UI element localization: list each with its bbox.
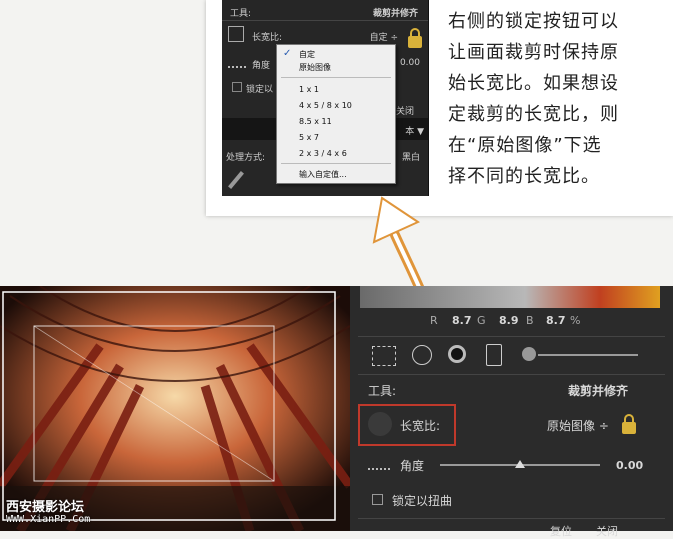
- dropdown-option[interactable]: 5 x 7: [299, 133, 319, 142]
- red-eye-icon[interactable]: [448, 345, 466, 363]
- readout-r-value: 8.7: [452, 314, 472, 327]
- dropdown-option[interactable]: 输入自定值...: [299, 169, 347, 180]
- angle-slider-thumb[interactable]: [515, 460, 525, 468]
- readout-g-label: G: [477, 314, 486, 327]
- readout-g-value: 8.9: [499, 314, 519, 327]
- lock-warp-checkbox[interactable]: [372, 494, 383, 505]
- graduated-filter-icon[interactable]: [486, 344, 502, 366]
- aspect-label: 长宽比:: [400, 419, 441, 433]
- tool-name: 裁剪并修齐: [568, 384, 629, 398]
- tool-name: 裁剪并修齐: [372, 9, 418, 19]
- callout-line: 始长宽比。如果想设: [448, 73, 619, 94]
- callout-line: 择不同的长宽比。: [448, 166, 600, 187]
- readout-b-value: 8.7: [546, 314, 566, 327]
- divider: [222, 20, 428, 21]
- tool-label: 工具:: [368, 384, 397, 398]
- readout-percent: %: [570, 314, 581, 327]
- bw-label[interactable]: 黑白: [402, 150, 420, 163]
- aspect-label: 长宽比:: [252, 33, 283, 43]
- reset-button[interactable]: 复位: [550, 523, 572, 539]
- dropdown-option[interactable]: 原始图像: [299, 62, 331, 73]
- lock-warp-label: 锁定以扭曲: [392, 494, 453, 508]
- cathedral-photo: [0, 286, 350, 531]
- aspect-value[interactable]: 自定 ÷: [370, 30, 398, 43]
- aspect-value[interactable]: 原始图像 ÷: [547, 417, 609, 434]
- readout-b-label: B: [526, 314, 534, 327]
- photo-image: [0, 286, 350, 531]
- angle-label: 角度: [400, 459, 425, 473]
- lock-checkbox[interactable]: [232, 82, 242, 92]
- ben-label[interactable]: 本 ▼: [405, 124, 424, 137]
- readout-r-label: R: [430, 314, 438, 327]
- crop-panel: R 8.7 G 8.9 B 8.7 % 工具: 裁剪并修齐 长宽比: 原始图像 …: [350, 286, 673, 538]
- check-icon: ✓: [283, 48, 292, 59]
- menu-separator: [281, 77, 391, 78]
- histogram: [360, 286, 660, 308]
- brush-slider-track[interactable]: [538, 354, 638, 356]
- crop-tool-icon[interactable]: [372, 346, 396, 366]
- dropdown-option[interactable]: 8.5 x 11: [299, 117, 332, 126]
- divider: [358, 518, 665, 519]
- adjustment-brush-icon[interactable]: [522, 347, 536, 361]
- callout-line: 让画面裁剪时保持原: [448, 42, 619, 63]
- callout-line: 在“原始图像”下选: [448, 135, 602, 156]
- callout-text: 右侧的锁定按钮可以 让画面裁剪时保持原 始长宽比。如果想设 定裁剪的长宽比，则 …: [448, 6, 658, 192]
- dropdown-option[interactable]: 自定: [299, 49, 315, 60]
- callout-line: 右侧的锁定按钮可以: [448, 11, 619, 32]
- divider: [358, 336, 665, 337]
- straighten-icon[interactable]: [368, 458, 390, 470]
- close-button[interactable]: 关闭: [596, 523, 618, 539]
- divider: [358, 374, 665, 375]
- callout-line: 定裁剪的长宽比，则: [448, 104, 619, 125]
- aspect-lock-icon[interactable]: [622, 414, 636, 434]
- angle-icon: [228, 58, 246, 68]
- angle-value: 0.00: [616, 459, 644, 472]
- dropdown-option[interactable]: 1 x 1: [299, 85, 319, 94]
- aspect-dropdown-menu[interactable]: ✓ 自定 原始图像 1 x 1 4 x 5 / 8 x 10 8.5 x 11 …: [276, 44, 396, 184]
- crop-icon[interactable]: [228, 26, 244, 42]
- crop-frame-icon[interactable]: [368, 412, 392, 436]
- spot-removal-icon[interactable]: [412, 345, 432, 365]
- watermark-url: WWW.XianPP.Com: [6, 514, 91, 525]
- angle-value: 0.00: [399, 58, 420, 68]
- watermark-title: 西安摄影论坛: [6, 500, 85, 515]
- dropdown-option[interactable]: 4 x 5 / 8 x 10: [299, 101, 352, 110]
- lock-icon[interactable]: [408, 28, 422, 48]
- menu-separator: [281, 163, 391, 164]
- eyedropper-icon[interactable]: [228, 171, 244, 189]
- dropdown-option[interactable]: 2 x 3 / 4 x 6: [299, 149, 347, 158]
- close-label[interactable]: 关闭: [396, 104, 414, 117]
